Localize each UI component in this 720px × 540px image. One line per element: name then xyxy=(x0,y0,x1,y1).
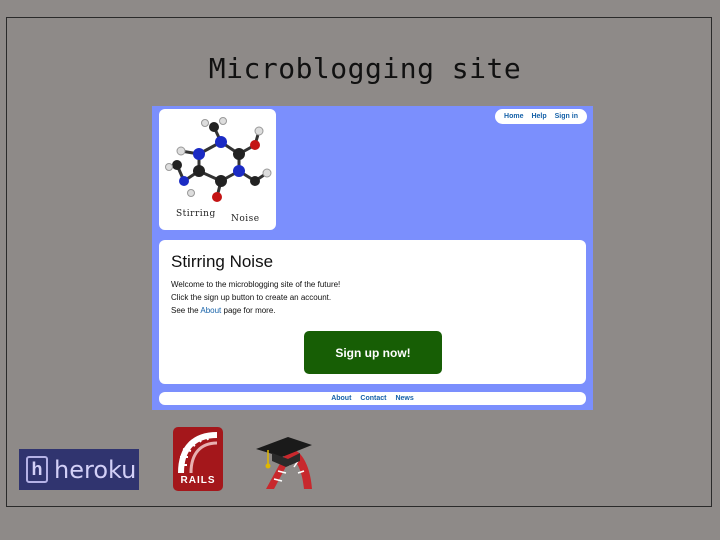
heroku-wordmark: heroku xyxy=(54,455,137,484)
nav-home-link[interactable]: Home xyxy=(504,113,523,120)
logo-line-2: Noise xyxy=(231,214,260,224)
rails-tutorial-logo xyxy=(256,437,312,489)
about-suffix: page for more. xyxy=(221,306,276,315)
signup-button[interactable]: Sign up now! xyxy=(304,331,442,374)
footer-nav: About Contact News xyxy=(159,392,586,405)
top-nav: Home Help Sign in xyxy=(495,109,587,124)
footer-about-link[interactable]: About xyxy=(331,395,351,402)
signup-instructions: Click the sign up button to create an ac… xyxy=(171,293,332,302)
slide-title: Microblogging site xyxy=(208,52,522,85)
rails-wordmark: RAILS xyxy=(180,475,216,486)
rails-track-icon xyxy=(178,432,218,474)
welcome-text: Welcome to the microblogging site of the… xyxy=(171,280,341,289)
rails-logo: RAILS xyxy=(173,427,223,491)
heroku-h-icon: h xyxy=(26,456,48,483)
about-text: See the About page for more. xyxy=(171,306,276,315)
heroku-logo: h heroku xyxy=(19,449,139,490)
logo-text: Stirring Noise xyxy=(176,209,259,224)
page-heading: Stirring Noise xyxy=(171,252,274,271)
footer-contact-link[interactable]: Contact xyxy=(360,395,386,402)
site-screenshot: Home Help Sign in Stirring Noise Stirrin… xyxy=(152,106,593,410)
site-logo[interactable]: Stirring Noise xyxy=(159,109,276,230)
footer-news-link[interactable]: News xyxy=(395,395,413,402)
nav-signin-link[interactable]: Sign in xyxy=(555,113,578,120)
molecule-icon xyxy=(165,117,272,202)
about-inline-link[interactable]: About xyxy=(200,306,221,315)
nav-help-link[interactable]: Help xyxy=(531,113,546,120)
main-content: Stirring Noise Welcome to the microblogg… xyxy=(159,240,586,384)
logo-line-1: Stirring xyxy=(176,209,216,219)
about-prefix: See the xyxy=(171,306,201,315)
